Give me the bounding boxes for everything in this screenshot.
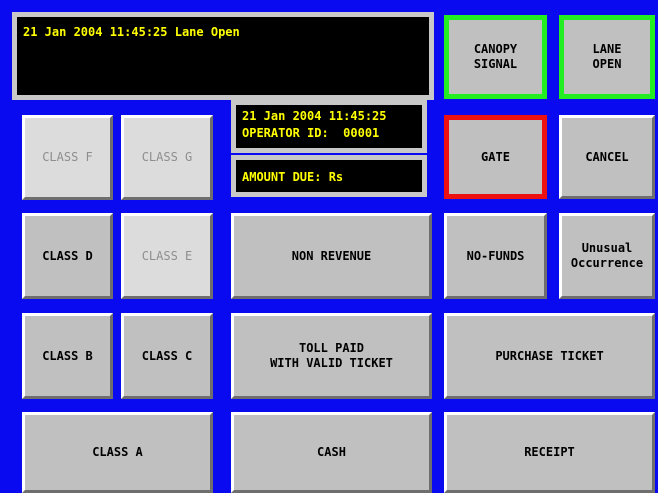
class-d-button[interactable]: CLASS D [22, 213, 113, 299]
class-a-button[interactable]: CLASS A [22, 412, 213, 493]
class-b-button[interactable]: CLASS B [22, 313, 113, 399]
canopy-signal-button[interactable]: CANOPY SIGNAL [444, 15, 547, 99]
info-datetime: 21 Jan 2004 11:45:25 [242, 109, 387, 123]
class-g-button[interactable]: CLASS G [121, 115, 213, 200]
class-f-button[interactable]: CLASS F [22, 115, 113, 200]
status-text: 21 Jan 2004 11:45:25 Lane Open [23, 25, 240, 39]
operator-id: OPERATOR ID: 00001 [242, 126, 380, 140]
class-e-button[interactable]: CLASS E [121, 213, 213, 299]
unusual-occurrence-button[interactable]: Unusual Occurrence [559, 213, 655, 299]
status-display: 21 Jan 2004 11:45:25 Lane Open [12, 12, 434, 100]
cash-button[interactable]: CASH [231, 412, 432, 493]
purchase-ticket-button[interactable]: PURCHASE TICKET [444, 313, 655, 399]
class-c-button[interactable]: CLASS C [121, 313, 213, 399]
amount-due-display: AMOUNT DUE: Rs [231, 155, 427, 197]
info-display: 21 Jan 2004 11:45:25 OPERATOR ID: 00001 [231, 100, 427, 153]
lane-open-button[interactable]: LANE OPEN [559, 15, 655, 99]
receipt-button[interactable]: RECEIPT [444, 412, 655, 493]
toll-paid-button[interactable]: TOLL PAID WITH VALID TICKET [231, 313, 432, 399]
gate-button[interactable]: GATE [444, 115, 547, 199]
non-revenue-button[interactable]: NON REVENUE [231, 213, 432, 299]
cancel-button[interactable]: CANCEL [559, 115, 655, 199]
amount-due-text: AMOUNT DUE: Rs [242, 170, 344, 184]
no-funds-button[interactable]: NO-FUNDS [444, 213, 547, 299]
